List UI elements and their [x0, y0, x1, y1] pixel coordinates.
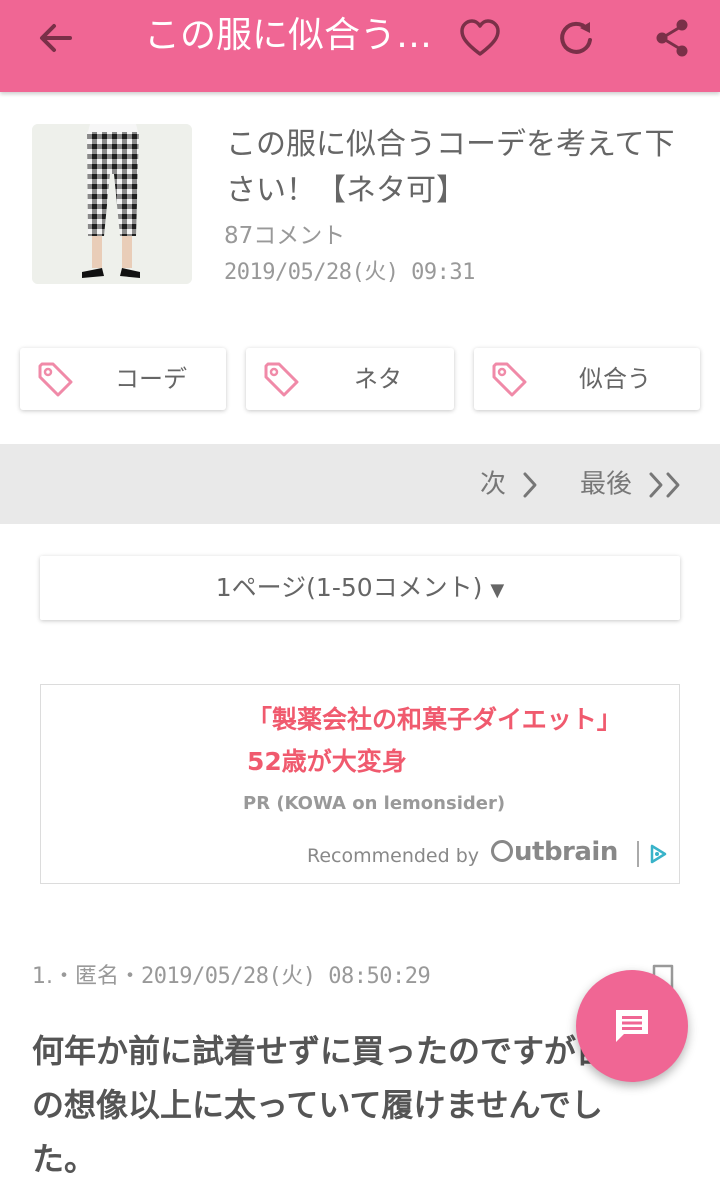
article-date: 2019/05/28(火) 09:31 — [224, 260, 475, 285]
comment-date: 2019/05/28(火) 08:50:29 — [141, 964, 431, 989]
header-title: この服に似合うコーデを考えて下さい！【ネタ可】 — [144, 15, 434, 56]
comment-count: 87コメント — [224, 223, 346, 249]
share-button[interactable] — [648, 14, 696, 62]
article-thumbnail[interactable] — [32, 124, 192, 284]
chevron-right-icon — [523, 472, 537, 497]
back-button[interactable] — [32, 14, 80, 62]
tag-coordinate[interactable]: コーデ — [20, 348, 226, 410]
app-header: この服に似合うコーデを考えて下さい！【ネタ可】 — [0, 0, 720, 92]
comment-icon — [616, 1010, 648, 1042]
comment-author: 匿名 — [75, 964, 120, 989]
tag-neta[interactable]: ネタ — [246, 348, 454, 410]
double-chevron-right-icon — [649, 472, 680, 497]
ad-box[interactable]: 「製薬会社の和菓子ダイエット」52歳が大変身 PR (KOWA on lemon… — [40, 684, 680, 884]
tag-icon — [264, 362, 299, 397]
ad-sponsor: PR (KOWA on lemonsider) — [243, 793, 506, 814]
outbrain-o-icon — [491, 840, 513, 862]
favorite-button[interactable] — [456, 14, 504, 62]
tag-icon — [38, 362, 73, 397]
recommended-by-label: Recommended by — [307, 845, 480, 867]
tag-icon — [492, 362, 527, 397]
pager-bar: 次 最後 — [0, 444, 720, 524]
comment-header: 1.・匿名・2019/05/28(火) 08:50:29 — [32, 958, 431, 990]
comment-fab-button[interactable] — [576, 970, 688, 1082]
ad-choices-icon[interactable] — [647, 843, 669, 865]
article-title[interactable]: この服に似合うコーデを考えて下さい！【ネタ可】 — [226, 122, 696, 214]
outbrain-logo[interactable]: utbrain — [491, 837, 618, 867]
page-select-dropdown[interactable]: 1ページ(1-50コメント) ▼ — [40, 556, 680, 620]
separator: ・ — [53, 964, 76, 989]
last-page-link[interactable]: 最後 — [580, 444, 684, 524]
back-arrow-icon — [40, 24, 72, 52]
share-icon — [656, 19, 688, 57]
next-page-link[interactable]: 次 — [480, 444, 538, 524]
dropdown-arrow-icon: ▼ — [490, 580, 505, 601]
refresh-button[interactable] — [552, 14, 600, 62]
pants-image — [32, 124, 192, 284]
ad-headline[interactable]: 「製薬会社の和菓子ダイエット」52歳が大変身 — [247, 699, 627, 783]
last-label: 最後 — [580, 469, 633, 500]
heart-icon — [460, 19, 500, 56]
comment-number: 1. — [32, 964, 53, 989]
comment-body: 何年か前に試着せずに買ったのですが自分の想像以上に太っていて履けませんでした。 — [32, 1032, 641, 1178]
separator: ・ — [119, 964, 142, 989]
outbrain-wordmark: utbrain — [514, 837, 618, 867]
page-select-value: 1ページ(1-50コメント) — [215, 573, 483, 602]
tag-label: コーデ — [115, 365, 187, 393]
tag-label: 似合う — [579, 365, 651, 393]
refresh-icon — [560, 21, 592, 54]
next-label: 次 — [480, 469, 507, 500]
ad-divider — [637, 841, 639, 867]
tag-label: ネタ — [354, 365, 402, 393]
tag-niau[interactable]: 似合う — [474, 348, 700, 410]
